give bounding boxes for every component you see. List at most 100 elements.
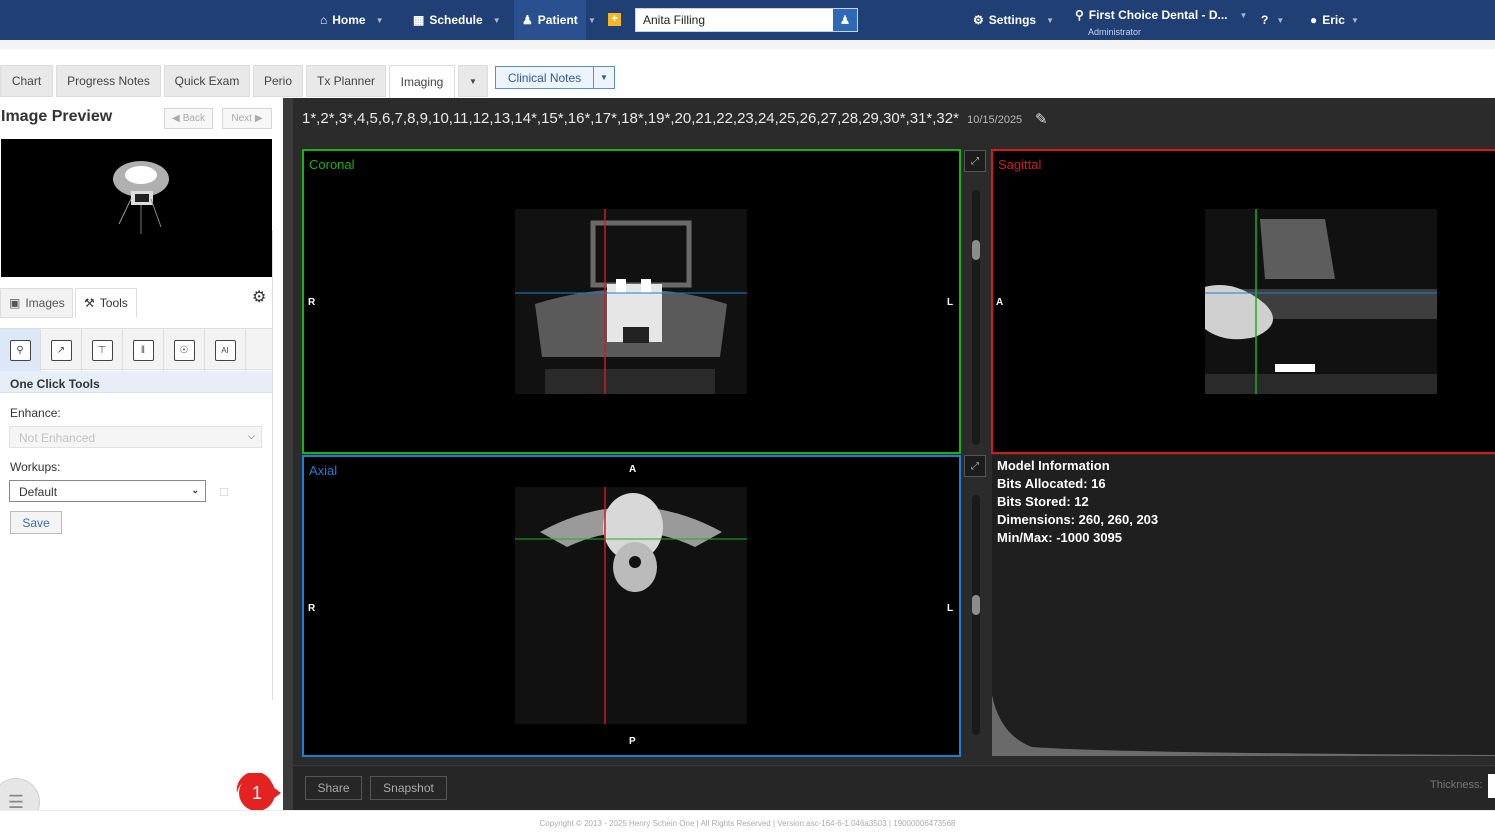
patient-search-input[interactable] bbox=[636, 9, 834, 31]
tab-images[interactable]: ▣ Images bbox=[0, 288, 73, 318]
chevron-down-icon[interactable]: ▼ bbox=[493, 16, 501, 25]
calendar-icon: ▦ bbox=[413, 13, 425, 27]
clinical-notes-button[interactable]: Clinical Notes bbox=[496, 67, 594, 88]
tab-imaging[interactable]: Imaging bbox=[389, 65, 455, 98]
nav-location[interactable]: ⚲ First Choice Dental - D... ▼ bbox=[1075, 0, 1247, 30]
chevron-down-icon[interactable]: ▼ bbox=[376, 16, 384, 25]
chevron-down-icon[interactable]: ▼ bbox=[1351, 16, 1359, 25]
home-icon: ⌂ bbox=[320, 13, 328, 27]
chevron-down-icon[interactable]: ▼ bbox=[588, 16, 596, 25]
nav-settings[interactable]: ⚙ Settings ▼ bbox=[973, 0, 1054, 40]
histogram-tool-button[interactable]: ‖ bbox=[123, 329, 164, 371]
patient-search: ♟ bbox=[635, 8, 858, 32]
chevron-down-icon[interactable]: ▼ bbox=[1239, 11, 1247, 20]
orient-anterior: A bbox=[996, 297, 1004, 308]
axial-viewport[interactable]: Axial A R L P bbox=[302, 455, 961, 757]
panel-splitter[interactable] bbox=[283, 98, 293, 810]
chevron-down-icon[interactable]: ▼ bbox=[1046, 16, 1054, 25]
image-icon: ▣ bbox=[9, 296, 21, 310]
tab-perio[interactable]: Perio bbox=[253, 65, 303, 97]
ai-tool-button[interactable]: AI bbox=[205, 329, 246, 371]
chevron-down-icon[interactable]: ▼ bbox=[1276, 16, 1284, 25]
bits-allocated: Bits Allocated: 16 bbox=[997, 476, 1106, 491]
nav-schedule-label: Schedule bbox=[429, 13, 483, 27]
scroll-thumb[interactable] bbox=[972, 240, 980, 260]
tab-quick-exam[interactable]: Quick Exam bbox=[164, 65, 250, 97]
tab-progress-notes[interactable]: Progress Notes bbox=[56, 65, 161, 97]
plus-icon[interactable]: + bbox=[608, 13, 621, 26]
map-pin-icon: ⚲ bbox=[1075, 8, 1084, 22]
thickness-input[interactable] bbox=[1488, 774, 1495, 798]
axial-label: Axial bbox=[309, 463, 338, 478]
min-max: Min/Max: -1000 3095 bbox=[997, 530, 1123, 545]
chevron-down-icon: ⌵ bbox=[248, 431, 255, 441]
annotation-tool-button[interactable]: ↗ bbox=[41, 329, 82, 371]
tab-tools-label: Tools bbox=[99, 296, 128, 310]
patient-menu-toggle[interactable]: ▼ bbox=[584, 0, 596, 40]
dimensions: Dimensions: 260, 260, 203 bbox=[997, 512, 1159, 527]
section-title: One Click Tools bbox=[0, 371, 272, 393]
step-marker: 1 bbox=[236, 773, 281, 811]
sagittal-viewport[interactable]: Sagittal A bbox=[991, 149, 1495, 454]
nav-location-label: First Choice Dental - D... bbox=[1088, 8, 1228, 22]
orient-left: L bbox=[947, 297, 954, 308]
clinical-notes-split-button: Clinical Notes ▼ bbox=[495, 66, 615, 89]
axial-slice-image bbox=[515, 487, 747, 724]
workups-label: Workups: bbox=[10, 460, 61, 474]
footer-copyright: Copyright © 2013 - 2025 Henry Schein One… bbox=[0, 810, 1495, 838]
nav-patient[interactable]: ♟ Patient bbox=[514, 0, 586, 40]
orient-right: R bbox=[308, 603, 316, 614]
save-button[interactable]: Save bbox=[10, 511, 62, 534]
next-label: Next bbox=[231, 113, 252, 124]
annotation-tool-icon: ↗ bbox=[50, 339, 72, 361]
edit-pencil-icon[interactable]: ✎ bbox=[1035, 110, 1048, 128]
image-preview-panel: Image Preview ◀ Back Next ▶ ▣ Images ⚒ Tools… bbox=[0, 98, 282, 810]
gear-icon: ⚙ bbox=[973, 13, 984, 27]
coronal-slice-scrollbar[interactable] bbox=[972, 190, 980, 445]
scroll-thumb[interactable] bbox=[972, 595, 980, 615]
location-role: Administrator bbox=[1088, 27, 1142, 37]
nav-help[interactable]: ? ▼ bbox=[1261, 0, 1284, 40]
tab-chart[interactable]: Chart bbox=[0, 65, 53, 97]
orient-right: R bbox=[308, 297, 316, 308]
user-icon: ♟ bbox=[522, 13, 533, 27]
nav-schedule[interactable]: ▦ Schedule ▼ bbox=[413, 0, 501, 40]
back-button[interactable]: ◀ Back bbox=[164, 108, 213, 129]
chat-user-icon: ● bbox=[1310, 13, 1318, 27]
tab-tools[interactable]: ⚒ Tools bbox=[75, 288, 137, 318]
orient-left: L bbox=[947, 603, 954, 614]
maximize-icon[interactable]: ⤢ bbox=[964, 150, 986, 172]
workups-value: Default bbox=[19, 485, 58, 499]
measure-tool-button[interactable]: ⊤ bbox=[82, 329, 123, 371]
tool-settings-gear-icon[interactable]: ⚙ bbox=[252, 287, 266, 307]
caret-left-icon: ◀ bbox=[172, 113, 180, 124]
next-button[interactable]: Next ▶ bbox=[222, 108, 272, 129]
panel-title: Image Preview bbox=[1, 108, 113, 125]
enhance-select[interactable]: Not Enhanced ⌵ bbox=[9, 426, 262, 448]
top-navbar: ⌂ Home ▼ ▦ Schedule ▼ ♟ Patient ▼ + ♟ ⚙ … bbox=[0, 0, 1495, 40]
tab-images-label: Images bbox=[25, 296, 65, 310]
snapshot-button[interactable]: Snapshot bbox=[370, 776, 447, 800]
maximize-icon[interactable]: ⤢ bbox=[964, 455, 986, 477]
viewer-bottom-bar: Share Snapshot bbox=[293, 765, 1495, 810]
zoom-tool-button[interactable]: ⚲ bbox=[0, 329, 41, 371]
trash-icon[interactable]: □ bbox=[220, 484, 228, 499]
patient-lookup-icon[interactable]: ♟ bbox=[833, 9, 857, 31]
clinical-notes-dropdown[interactable]: ▼ bbox=[594, 67, 614, 88]
nav-home[interactable]: ⌂ Home ▼ bbox=[320, 0, 384, 40]
step-marker-number: 1 bbox=[252, 783, 262, 803]
tab-more-dropdown[interactable]: ▼ bbox=[458, 65, 488, 97]
model-information-panel: Model Information Bits Allocated: 16 Bit… bbox=[992, 455, 1495, 756]
panel-divider bbox=[272, 230, 273, 700]
axial-slice-scrollbar[interactable] bbox=[972, 495, 980, 735]
sagittal-slice-image bbox=[1205, 209, 1437, 394]
preview-thumbnail[interactable] bbox=[1, 139, 272, 277]
share-button[interactable]: Share bbox=[305, 776, 362, 800]
ai-chip-icon: AI bbox=[214, 339, 236, 361]
coronal-viewport[interactable]: Coronal R L bbox=[302, 149, 961, 454]
nav-user[interactable]: ● Eric ▼ bbox=[1310, 0, 1359, 40]
tab-tx-planner[interactable]: Tx Planner bbox=[306, 65, 386, 97]
workups-select[interactable]: Default ⌄ bbox=[9, 480, 206, 502]
enhance-tool-button[interactable]: ☉ bbox=[164, 329, 205, 371]
model-info-title: Model Information bbox=[997, 458, 1110, 473]
